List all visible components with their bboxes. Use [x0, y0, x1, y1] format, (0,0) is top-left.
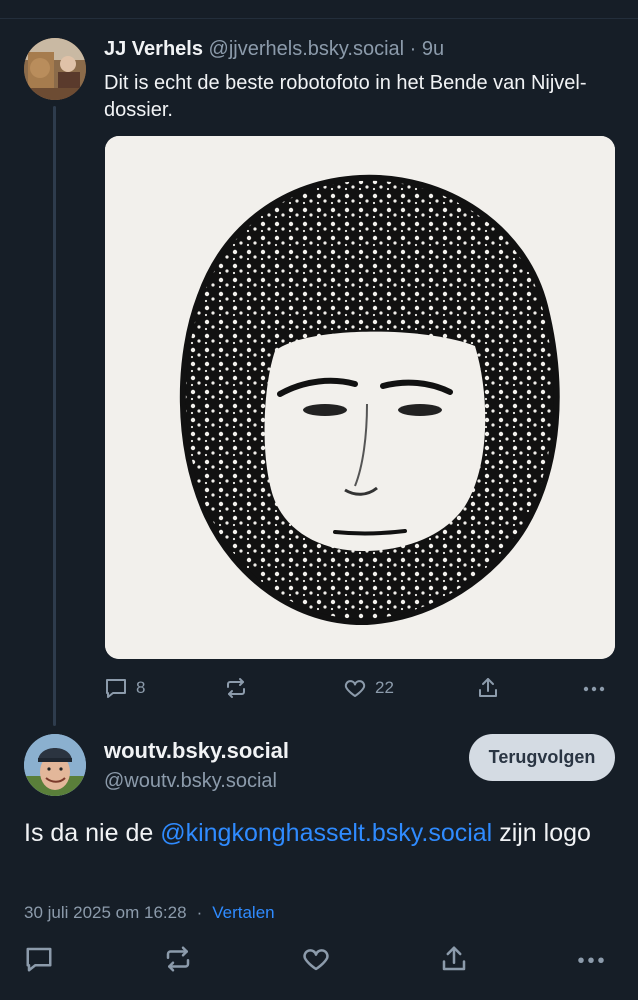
time-separator: · [404, 38, 422, 60]
repost-button[interactable] [163, 944, 193, 979]
top-divider [0, 18, 638, 19]
reply-button[interactable]: 8 [104, 676, 145, 700]
more-icon [582, 676, 606, 700]
post-actions: 8 22 [104, 676, 614, 704]
reply-button[interactable] [24, 944, 54, 979]
comment-icon [104, 676, 128, 700]
robot-sketch-image[interactable] [105, 136, 615, 659]
post-text-start: Is da nie de [24, 819, 161, 847]
post-text: Dit is echt de beste robotofoto in het B… [104, 72, 587, 121]
translate-link[interactable]: Vertalen [212, 903, 274, 922]
follow-back-button[interactable]: Terugvolgen [469, 734, 615, 781]
heart-icon [343, 676, 367, 700]
heart-icon [301, 949, 331, 978]
more-options-button[interactable] [582, 676, 606, 700]
more-options-button[interactable] [576, 944, 606, 979]
meta-separator: · [196, 903, 203, 922]
post-text: Is da nie de @kingkonghasselt.bsky.socia… [24, 816, 624, 851]
avatar[interactable] [24, 38, 86, 100]
post-header: JJ Verhels @jjverhels.bsky.social · 9u [104, 38, 444, 61]
post-text-end: zijn logo [492, 819, 591, 847]
share-icon [439, 946, 469, 978]
share-icon [476, 676, 500, 700]
mention-link[interactable]: @kingkonghasselt.bsky.social [160, 819, 492, 847]
thread-line [53, 106, 56, 726]
like-button[interactable] [301, 944, 331, 979]
share-button[interactable] [439, 944, 469, 979]
author-name[interactable]: woutv.bsky.social [104, 738, 289, 764]
more-icon [576, 957, 606, 978]
repost-icon [163, 946, 193, 978]
author-handle[interactable]: @jjverhels.bsky.social [209, 38, 405, 60]
avatar[interactable] [24, 734, 86, 796]
author-handle[interactable]: @woutv.bsky.social [104, 770, 277, 793]
share-button[interactable] [476, 676, 500, 700]
like-count: 22 [375, 678, 394, 697]
like-button[interactable]: 22 [343, 676, 394, 700]
comment-icon [24, 947, 54, 978]
post-meta: 30 juli 2025 om 16:28 · Vertalen [24, 903, 275, 923]
author-name[interactable]: JJ Verhels [104, 38, 203, 60]
repost-button[interactable] [224, 676, 256, 700]
post-actions [24, 944, 614, 978]
repost-icon [224, 676, 248, 700]
post-time[interactable]: 9u [422, 38, 444, 60]
reply-count: 8 [136, 678, 146, 697]
post-timestamp: 30 juli 2025 om 16:28 [24, 903, 187, 922]
